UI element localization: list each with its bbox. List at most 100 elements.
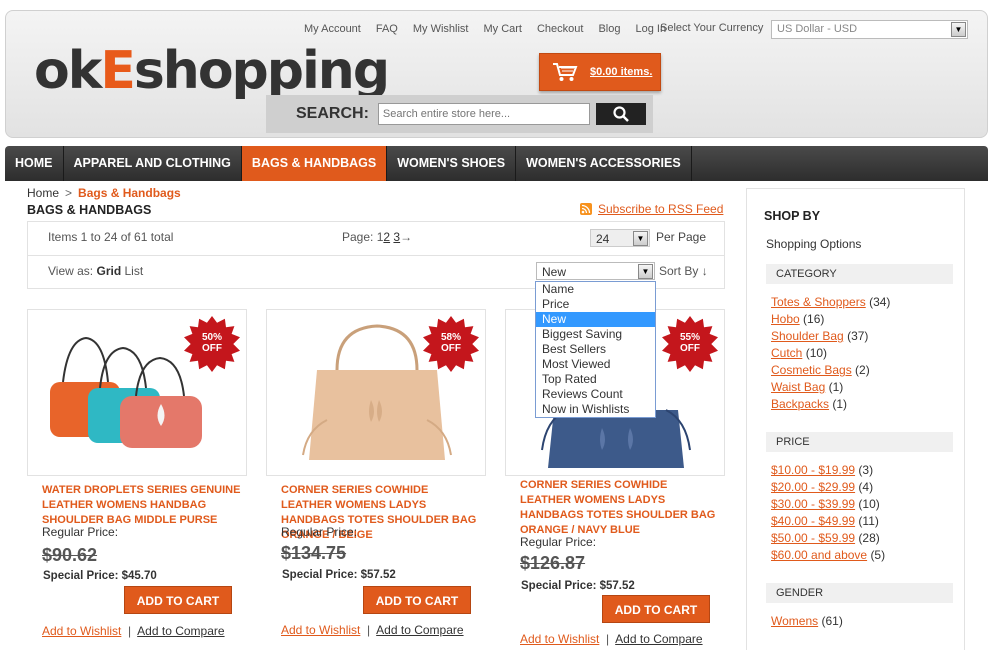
price-item: $30.00 - $39.99 (10) [771, 497, 880, 511]
product-name[interactable]: WATER DROPLETS SERIES GENUINE LEATHER WO… [42, 483, 242, 528]
special-price: Special Price: $57.52 [521, 580, 635, 592]
top-links: My Account FAQ My Wishlist My Cart Check… [304, 23, 681, 35]
currency-select[interactable]: US Dollar - USD ▼ [771, 20, 968, 39]
top-link-checkout[interactable]: Checkout [537, 23, 583, 35]
product-name[interactable]: CORNER SERIES COWHIDE LEATHER WOMENS LAD… [520, 478, 720, 538]
rss-icon [580, 203, 592, 215]
next-page-arrow[interactable]: → [400, 230, 412, 244]
price-link[interactable]: $40.00 - $49.99 [771, 514, 855, 528]
top-link-my-cart[interactable]: My Cart [483, 23, 522, 35]
sort-option-price[interactable]: Price [536, 297, 655, 312]
add-to-wishlist-link[interactable]: Add to Wishlist [281, 623, 360, 637]
items-count: Items 1 to 24 of 61 total [48, 230, 174, 244]
regular-price-label: Regular Price: [42, 525, 119, 539]
category-link[interactable]: Cutch [771, 346, 802, 360]
sort-option-name[interactable]: Name [536, 282, 655, 297]
category-item: Shoulder Bag (37) [771, 329, 869, 343]
top-link-my-wishlist[interactable]: My Wishlist [413, 23, 469, 35]
gender-link[interactable]: Womens [771, 614, 818, 628]
pager: Page: 12 3→ [342, 230, 412, 244]
sort-option-biggest-saving[interactable]: Biggest Saving [536, 327, 655, 342]
cart-button[interactable]: $0.00 items. [539, 53, 661, 91]
price-link[interactable]: $20.00 - $29.99 [771, 480, 855, 494]
price-item: $40.00 - $49.99 (11) [771, 514, 879, 528]
category-link[interactable]: Shoulder Bag [771, 329, 844, 343]
sort-option-top-rated[interactable]: Top Rated [536, 372, 655, 387]
old-price: $134.75 [281, 543, 347, 563]
category-item: Totes & Shoppers (34) [771, 295, 891, 309]
category-link[interactable]: Backpacks [771, 397, 829, 411]
regular-price-label: Regular Price: [281, 525, 358, 539]
cart-icon [553, 63, 578, 81]
link-separator: | [606, 632, 610, 646]
view-grid[interactable]: Grid [96, 264, 121, 278]
sort-option-now-in-wishlists[interactable]: Now in Wishlists [536, 402, 655, 417]
category-link[interactable]: Hobo [771, 312, 800, 326]
per-page-label: Per Page [656, 230, 707, 244]
sort-option-reviews-count[interactable]: Reviews Count [536, 387, 655, 402]
search-input[interactable] [377, 103, 590, 125]
search-button[interactable] [595, 103, 646, 125]
page: okEshopping My Account FAQ My Wishlist M… [5, 10, 988, 650]
search-label: SEARCH: [296, 105, 369, 122]
category-item: Waist Bag (1) [771, 380, 844, 394]
nav-apparel-and-clothing[interactable]: APPAREL AND CLOTHING [64, 146, 242, 181]
add-to-compare-link[interactable]: Add to Compare [137, 624, 224, 638]
top-link-my-account[interactable]: My Account [304, 23, 361, 35]
per-page-select[interactable]: 24 ▼ [590, 229, 650, 247]
gender-list: Womens (61) [771, 613, 843, 630]
old-price: $90.62 [42, 545, 98, 565]
nav-home[interactable]: HOME [5, 146, 64, 181]
chevron-down-icon[interactable]: ▼ [633, 231, 648, 246]
view-list[interactable]: List [125, 264, 144, 278]
product-card: 50% OFF WATER DROPLETS SERIES GENUINE LEA… [27, 309, 247, 650]
breadcrumb-home[interactable]: Home [27, 186, 59, 200]
currency-value: US Dollar - USD [777, 23, 858, 35]
sort-select[interactable]: New ▼ [536, 262, 655, 280]
price-item: $50.00 - $59.99 (28) [771, 531, 880, 545]
product-image[interactable]: 50% OFF [27, 309, 247, 476]
view-as-label: View as: [48, 264, 94, 278]
page-2[interactable]: 2 [383, 230, 390, 244]
price-link[interactable]: $30.00 - $39.99 [771, 497, 855, 511]
nav-bags-and-handbags[interactable]: BAGS & HANDBAGS [241, 146, 388, 181]
sort-label[interactable]: Sort By ↓ [659, 264, 708, 278]
top-link-blog[interactable]: Blog [598, 23, 620, 35]
sort-option-new[interactable]: New [536, 312, 655, 327]
link-separator: | [367, 623, 371, 637]
cart-amount: $0.00 items. [590, 66, 653, 78]
add-to-wishlist-link[interactable]: Add to Wishlist [42, 624, 121, 638]
view-as: View as: Grid List [48, 264, 143, 278]
product-image[interactable]: 58% OFF [266, 309, 486, 476]
sort-option-most-viewed[interactable]: Most Viewed [536, 357, 655, 372]
add-to-compare-link[interactable]: Add to Compare [376, 623, 463, 637]
category-link[interactable]: Totes & Shoppers [771, 295, 866, 309]
nav-womens-shoes[interactable]: WOMEN'S SHOES [387, 146, 517, 181]
add-to-cart-button[interactable]: ADD TO CART [363, 586, 471, 614]
sidebar: SHOP BY Shopping Options CATEGORY Totes … [746, 188, 965, 650]
sort-option-best-sellers[interactable]: Best Sellers [536, 342, 655, 357]
chevron-down-icon[interactable]: ▼ [951, 22, 966, 37]
sort-direction-icon[interactable]: ↓ [702, 264, 708, 278]
breadcrumb-separator: > [65, 186, 73, 200]
filter-heading-category: CATEGORY [766, 264, 953, 284]
category-link[interactable]: Cosmetic Bags [771, 363, 852, 377]
breadcrumb-current: Bags & Handbags [78, 186, 181, 200]
price-link[interactable]: $60.00 and above [771, 548, 867, 562]
search-icon [613, 106, 629, 122]
add-to-cart-button[interactable]: ADD TO CART [124, 586, 232, 614]
sort-dropdown: Name Price New Biggest Saving Best Selle… [535, 281, 656, 418]
page-title: BAGS & HANDBAGS [27, 203, 152, 217]
add-to-cart-button[interactable]: ADD TO CART [602, 595, 710, 623]
add-to-compare-link[interactable]: Add to Compare [615, 632, 702, 646]
logo[interactable]: okEshopping [34, 41, 390, 101]
category-link[interactable]: Waist Bag [771, 380, 825, 394]
breadcrumb: Home > Bags & Handbags [27, 186, 181, 200]
top-link-faq[interactable]: FAQ [376, 23, 398, 35]
price-link[interactable]: $10.00 - $19.99 [771, 463, 855, 477]
price-link[interactable]: $50.00 - $59.99 [771, 531, 855, 545]
add-to-wishlist-link[interactable]: Add to Wishlist [520, 632, 599, 646]
rss-link[interactable]: Subscribe to RSS Feed [580, 202, 723, 216]
nav-womens-accessories[interactable]: WOMEN'S ACCESSORIES [516, 146, 692, 181]
chevron-down-icon[interactable]: ▼ [638, 264, 653, 279]
